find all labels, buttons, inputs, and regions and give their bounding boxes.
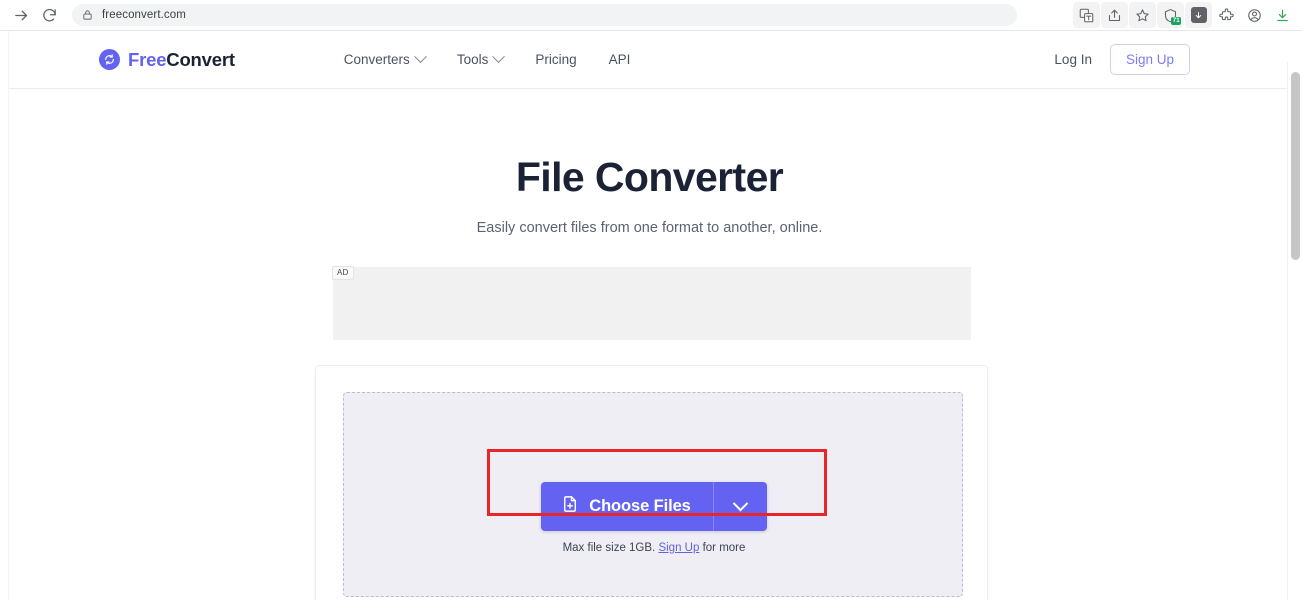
page-subtitle: Easily convert files from one format to …: [476, 220, 823, 236]
page-scrollbar[interactable]: [1287, 62, 1302, 600]
browser-toolbar-icons: 71: [1073, 2, 1302, 28]
site-header: FreeConvert Converters Tools Pricing API…: [9, 31, 1290, 89]
reload-icon[interactable]: [36, 2, 62, 28]
nav-item-converters[interactable]: Converters: [328, 46, 441, 73]
forward-arrow-icon[interactable]: [8, 2, 34, 28]
nav-item-tools[interactable]: Tools: [441, 46, 520, 73]
browser-nav-buttons: [0, 2, 62, 28]
chevron-down-icon: [492, 50, 506, 64]
login-link[interactable]: Log In: [1046, 46, 1100, 73]
nav-label-converters: Converters: [343, 52, 410, 67]
brand-name-free: Free: [128, 48, 167, 70]
share-icon[interactable]: [1101, 2, 1128, 28]
max-size-suffix: for more: [702, 542, 746, 554]
lock-icon: [82, 9, 93, 21]
page-title: File Converter: [515, 154, 784, 200]
page-left-edge: [8, 31, 9, 600]
extensions-puzzle-icon[interactable]: [1213, 2, 1240, 28]
tracker-count-badge: 71: [1171, 17, 1181, 25]
nav-label-api: API: [608, 52, 631, 67]
main-navigation: Converters Tools Pricing API: [328, 46, 647, 73]
page-viewport: FreeConvert Converters Tools Pricing API…: [0, 31, 1302, 600]
max-size-prefix: Max file size 1GB.: [562, 542, 656, 554]
shield-badge-icon[interactable]: 71: [1157, 2, 1184, 28]
address-bar-url: freeconvert.com: [102, 9, 186, 21]
address-bar[interactable]: freeconvert.com: [72, 4, 1017, 26]
signup-button[interactable]: Sign Up: [1109, 44, 1190, 75]
ad-label: AD: [332, 266, 354, 280]
ad-placeholder: AD: [332, 266, 971, 340]
nav-item-api[interactable]: API: [593, 46, 647, 73]
nav-label-tools: Tools: [456, 52, 489, 67]
auth-actions: Log In Sign Up: [1046, 44, 1290, 75]
site-logo[interactable]: FreeConvert: [99, 49, 235, 71]
downloads-icon[interactable]: [1185, 2, 1212, 28]
signup-inline-link[interactable]: Sign Up: [658, 542, 699, 554]
nav-label-pricing: Pricing: [535, 52, 577, 67]
highlight-annotation: [487, 449, 827, 516]
profile-icon[interactable]: [1241, 2, 1268, 28]
max-file-size-note: Max file size 1GB. Sign Up for more: [344, 542, 964, 554]
translate-icon[interactable]: [1073, 2, 1100, 28]
chevron-down-icon: [413, 50, 427, 64]
brand-text: FreeConvert: [128, 49, 235, 71]
scrollbar-thumb[interactable]: [1291, 72, 1300, 260]
browser-toolbar: freeconvert.com 71: [0, 0, 1302, 31]
nav-item-pricing[interactable]: Pricing: [519, 46, 592, 73]
freeconvert-logo-icon: [99, 49, 120, 70]
bookmark-star-icon[interactable]: [1129, 2, 1156, 28]
download-arrow-icon[interactable]: [1269, 2, 1296, 28]
brand-name-convert: Convert: [166, 48, 235, 70]
